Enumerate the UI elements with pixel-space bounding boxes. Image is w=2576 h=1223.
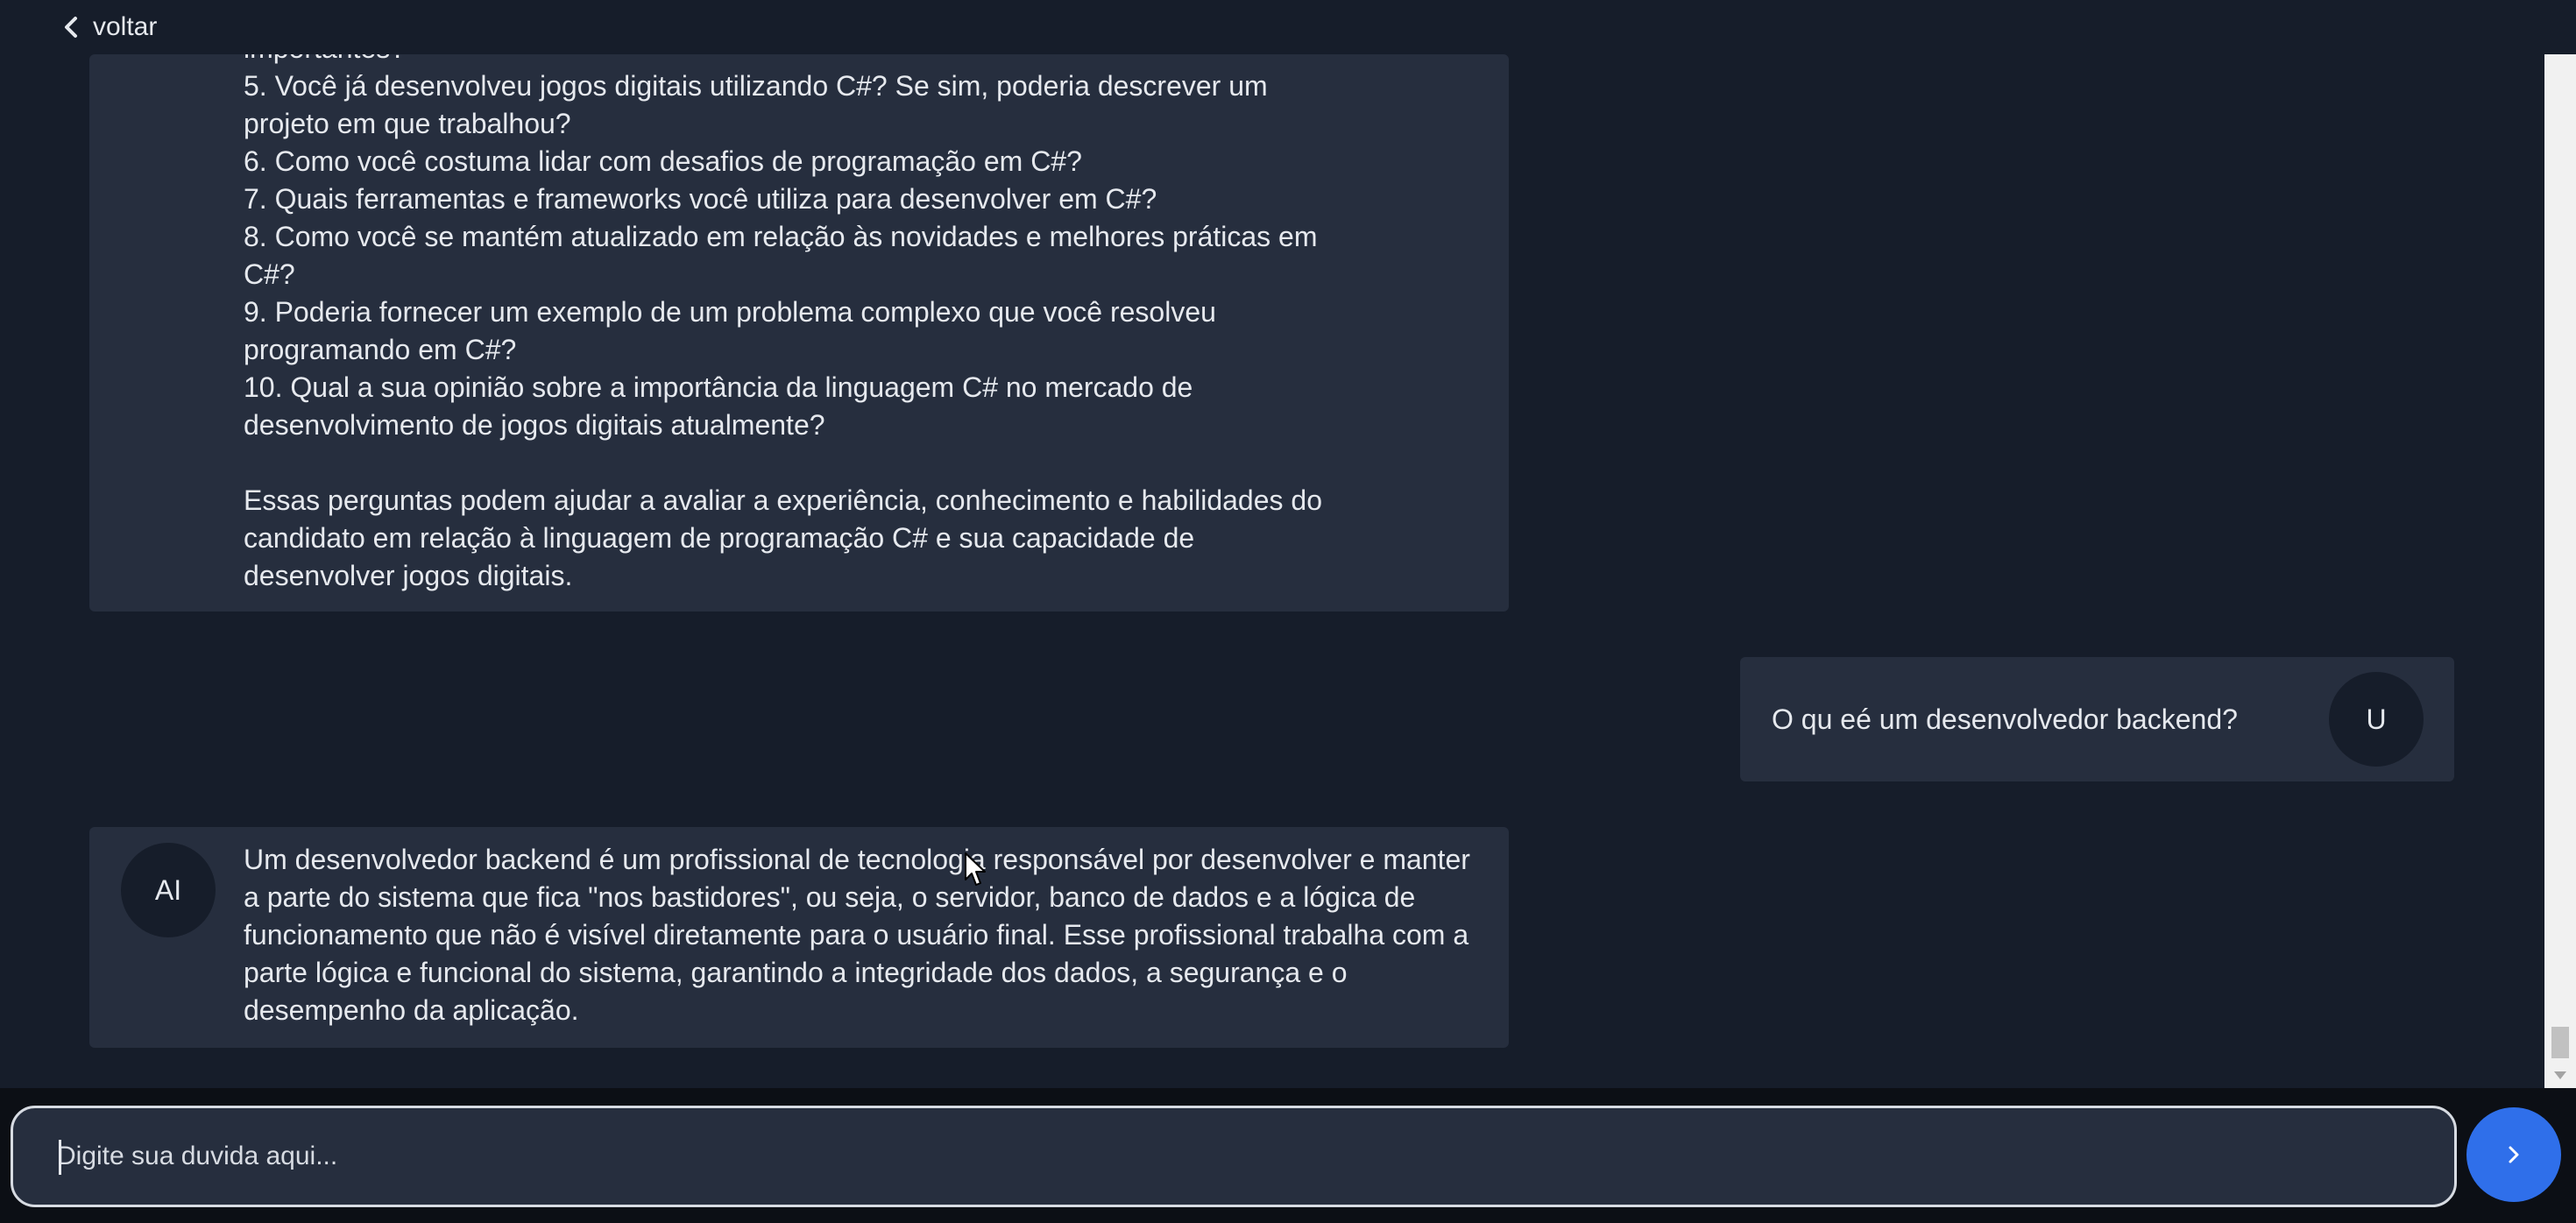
message-input-wrapper[interactable] [11, 1106, 2457, 1207]
ai-message-text: Um desenvolvedor backend é um profission… [244, 844, 1470, 1026]
message-line: desenvolver jogos digitais. [244, 560, 573, 591]
top-bar: voltar [0, 0, 2576, 54]
ai-message-text: importantes? 5. Você já desenvolveu jogo… [244, 54, 1488, 595]
text-caret [59, 1140, 61, 1175]
message-line: 6. Como você costuma lidar com desafios … [244, 145, 1082, 177]
chevron-right-icon [2509, 1146, 2519, 1163]
scroll-down-arrow-icon[interactable] [2554, 1071, 2566, 1079]
scrollbar-thumb[interactable] [2551, 1027, 2569, 1058]
ai-message-bubble: AI Um desenvolvedor backend é um profiss… [89, 827, 1509, 1048]
message-line: 10. Qual a sua opinião sobre a importânc… [244, 371, 1193, 403]
message-line: importantes? [244, 54, 1488, 67]
message-line: 9. Poderia fornecer um exemplo de um pro… [244, 296, 1216, 328]
ai-avatar: AI [121, 843, 216, 937]
back-label: voltar [93, 12, 158, 41]
chevron-left-icon [65, 17, 77, 38]
user-avatar: U [2329, 672, 2424, 767]
message-line: C#? [244, 258, 295, 290]
message-line: programando em C#? [244, 334, 517, 365]
message-line: Essas perguntas podem ajudar a avaliar a… [244, 484, 1322, 516]
message-line: projeto em que trabalhou? [244, 108, 571, 139]
ai-message-bubble: importantes? 5. Você já desenvolveu jogo… [89, 54, 1509, 612]
message-line: 5. Você já desenvolveu jogos digitais ut… [244, 70, 1268, 102]
chat-area[interactable]: importantes? 5. Você já desenvolveu jogo… [0, 54, 2541, 1088]
message-line: 7. Quais ferramentas e frameworks você u… [244, 183, 1157, 215]
user-message-bubble: O qu eé um desenvolvedor backend? U [1740, 657, 2454, 781]
message-line: candidato em relação à linguagem de prog… [244, 522, 1195, 554]
send-button[interactable] [2466, 1107, 2561, 1202]
message-input[interactable] [57, 1108, 2423, 1205]
user-message-text: O qu eé um desenvolvedor backend? [1772, 703, 2238, 735]
chat-scrollbar[interactable] [2544, 54, 2576, 1088]
message-line: 8. Como você se mantém atualizado em rel… [244, 221, 1318, 252]
composer-bar [0, 1088, 2576, 1223]
message-line: desenvolvimento de jogos digitais atualm… [244, 409, 825, 441]
mouse-pointer-icon [965, 852, 986, 886]
back-button[interactable]: voltar [61, 12, 157, 42]
